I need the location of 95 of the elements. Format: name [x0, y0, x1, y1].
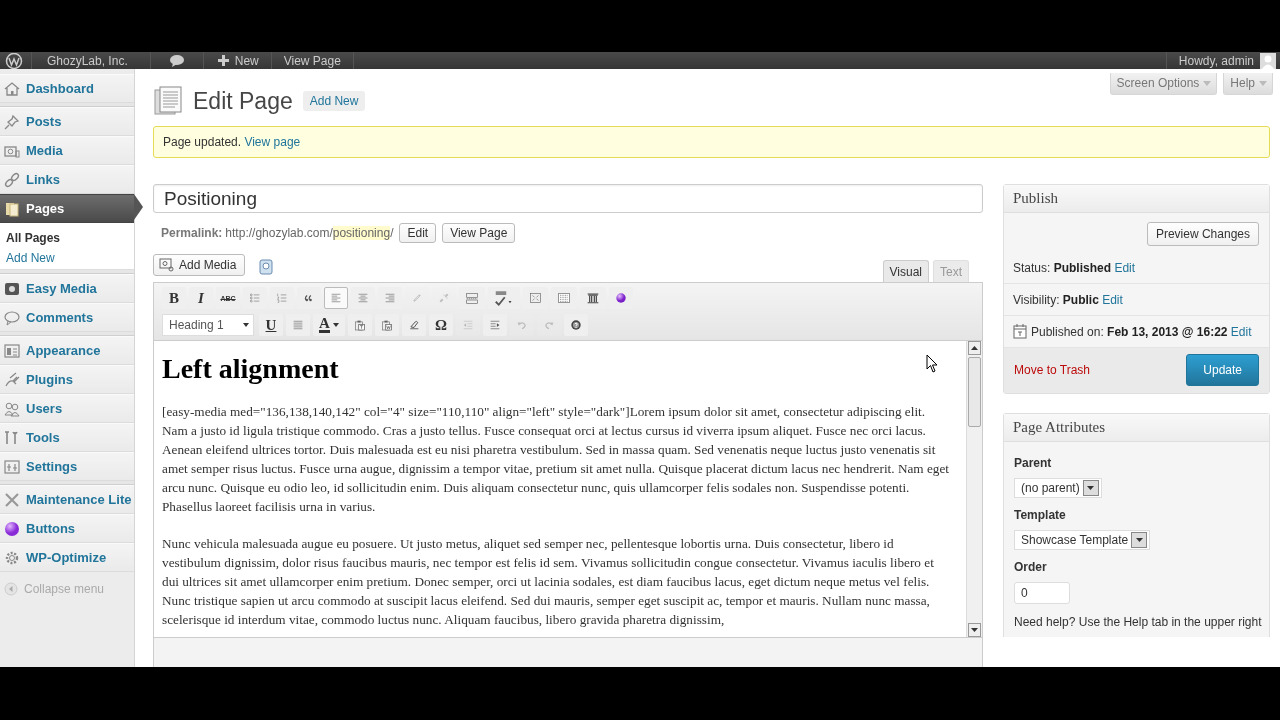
sidebar-item[interactable]: Comments [0, 303, 134, 332]
camera-icon [4, 280, 20, 297]
help-icon [571, 317, 581, 333]
dropdown[interactable]: (no parent) [1014, 478, 1102, 498]
permalink-button[interactable]: Edit [399, 223, 437, 243]
view-page-link[interactable]: View page [244, 135, 301, 149]
sidebar-item[interactable]: Media [0, 136, 134, 165]
permalink-url[interactable]: http://ghozylab.com/positioning/ [225, 226, 394, 240]
bullet-list-icon [250, 290, 260, 306]
view-page-link[interactable]: View Page [271, 52, 354, 69]
sphere-icon [616, 290, 626, 306]
sphere-icon [4, 520, 20, 537]
toolbar-button[interactable]: Ω [429, 314, 453, 336]
caret-icon [1135, 538, 1143, 542]
screen-tab[interactable]: Help [1223, 73, 1273, 95]
content-paragraph: Nunc vehicula malesuada augue eu posuere. Ut justo metus, aliquet sed semper nec, pellentesque lobortis urna. Duis consectetur, libero id vestibulum dignissim, dolor risus faucibus mauris, nec tempor est felis id sem. Vivamus sollicitudin congue consectetur. Vivamus iaculis libero et dui ultrices sit amet ullamcorper enim pretium. Donec semper, orci ut lacinia sodales, est diam faucibus lacus, eget dictum neque metus vel felis. Nunc tristique sapien ut arcu commodo at suscipit lacus eleifend. Sed dui mauris, semper eget suscipit ac, tempor et mauris. Nullam nunc massa, scelerisque id interdum vitae, commodo luctus nunc. Aliquam faucibus, libero gravida pharetra dignissim, [162, 535, 935, 629]
collapse-icon [4, 582, 18, 596]
submenu-item[interactable]: Add New [0, 249, 134, 269]
notice-message: Page updated. View page [153, 126, 1270, 158]
plus-icon [217, 55, 229, 66]
pointer-cursor-icon [926, 354, 938, 373]
sidebar-item[interactable]: WP-Optimize [0, 543, 134, 572]
order-field[interactable]: 0 [1014, 582, 1070, 604]
account-menu[interactable]: Howdy, admin [1165, 52, 1280, 69]
toolbar-button[interactable]: A [313, 314, 345, 336]
box-title: Publish [1004, 185, 1269, 213]
preview-changes-button[interactable]: Preview Changes [1146, 222, 1259, 246]
arrow-down-icon[interactable] [971, 628, 978, 632]
toolbar-button[interactable] [564, 314, 588, 336]
sidebar-item[interactable]: Maintenance Lite [0, 485, 134, 514]
toolbar-toggle-icon [558, 290, 570, 306]
sidebar-item[interactable]: Links [0, 165, 134, 194]
sidebar-item[interactable]: Pages [0, 194, 134, 223]
columns-icon [587, 290, 599, 306]
sidebar-item[interactable]: Tools [0, 423, 134, 452]
fullscreen-icon [530, 290, 541, 306]
sidebar-item[interactable]: Plugins [0, 365, 134, 394]
media-icon [159, 258, 175, 272]
dropdown[interactable]: Showcase Template [1014, 530, 1151, 550]
submenu-item[interactable]: All Pages [0, 229, 134, 249]
frame-icon [259, 259, 274, 275]
layout-icon [4, 342, 20, 359]
box-title: Page Attributes [1004, 414, 1269, 442]
tools-icon [4, 429, 20, 446]
format-select[interactable]: Heading 1 [162, 314, 254, 336]
title-field[interactable]: Positioning [153, 184, 983, 213]
update-button[interactable]: Update [1186, 354, 1259, 386]
plug-icon [4, 371, 20, 388]
toolbar-button[interactable]: U [259, 314, 283, 336]
sidebar-item[interactable]: Settings [0, 452, 134, 481]
page-title: Edit Page [193, 87, 293, 115]
scrollbar[interactable] [966, 341, 982, 637]
spellcheck-icon [495, 288, 513, 308]
settings-icon [4, 549, 20, 566]
scroll-thumb[interactable] [968, 357, 981, 427]
field-label: Order [1014, 560, 1048, 574]
users-icon [4, 400, 20, 417]
move-to-trash-link[interactable]: Move to Trash [1014, 363, 1091, 377]
screen-tab[interactable]: Screen Options [1109, 73, 1218, 95]
field-label: Template [1014, 508, 1067, 522]
field-label: Parent [1014, 456, 1053, 470]
add-media-button[interactable]: Add Media [153, 254, 246, 276]
gallery-button[interactable] [259, 259, 274, 275]
calendar-icon [1013, 324, 1027, 339]
edit-link[interactable]: Edit [1114, 260, 1136, 275]
sidebar-item[interactable]: Buttons [0, 514, 134, 543]
content-paragraph: [easy-media med="136,138,140,142" col="4" size="110,110" align="left" style="dark"]Lorem ipsum dolor sit amet, consectetur adipiscing elit. Nam a justo id ligula tristique commodo. Cras a justo tellus. Fusce consequat orci at lectus cursus id viverra ipsum aliquet. Fusce nec orci lacus. Aenean eleifend ultrices tortor. Duis malesuada est eu nisi pharetra vestibulum. Sed in massa quam. Sed venenatis neque luctus justo venenatis sit amet semper risus luctus. Fusce urna augue, dignissim a tempor vitae, pretium sit amet nulla. Quisque placerat dictum lacus nec hendrerit. Nam eget arcu nunc. Quisque eu odio leo, id sollicitudin enim. Duis aliquam consectetur nunc, quis ullamcorper felis sodales non. Suspendisse potenti. Phasellus laoreet facilisis urna in varius. [162, 403, 951, 516]
edit-link[interactable]: Edit [1230, 324, 1252, 339]
add-new-button[interactable]: Add New [302, 91, 366, 111]
permalink-label: Permalink: [161, 226, 223, 240]
arrow-up-icon[interactable] [971, 346, 978, 350]
edit-link[interactable]: Edit [1102, 292, 1123, 307]
publish-info: Published on: Feb 13, 2013 @ 16:22 Edit [1031, 324, 1252, 339]
pages-icon [153, 86, 183, 116]
sidebar-item[interactable]: Appearance [0, 336, 134, 365]
chain-icon [4, 171, 20, 188]
editor-tab[interactable]: Visual [882, 260, 929, 282]
content-heading: Left alignment [162, 353, 339, 385]
sidebar-item[interactable]: Easy Media [0, 274, 134, 303]
sidebar-item[interactable]: Posts [0, 107, 134, 136]
house-icon [4, 80, 20, 97]
pin-icon [4, 113, 20, 130]
speech-bubble-icon [168, 54, 185, 67]
caret-icon [1087, 486, 1095, 490]
settings-icon [4, 458, 20, 475]
publish-info: Status: Published Edit [1013, 260, 1136, 275]
page-break-icon [466, 290, 478, 306]
crossed-tools-icon [4, 491, 20, 508]
speech-bubble-icon [4, 309, 20, 326]
publish-info: Visibility: Public Edit [1013, 292, 1123, 307]
permalink-button[interactable]: View Page [442, 223, 516, 243]
sidebar-item[interactable]: Dashboard [0, 74, 134, 103]
pages-icon [4, 200, 20, 217]
new-menu[interactable]: New [203, 52, 272, 69]
sidebar-item[interactable]: Users [0, 394, 134, 423]
